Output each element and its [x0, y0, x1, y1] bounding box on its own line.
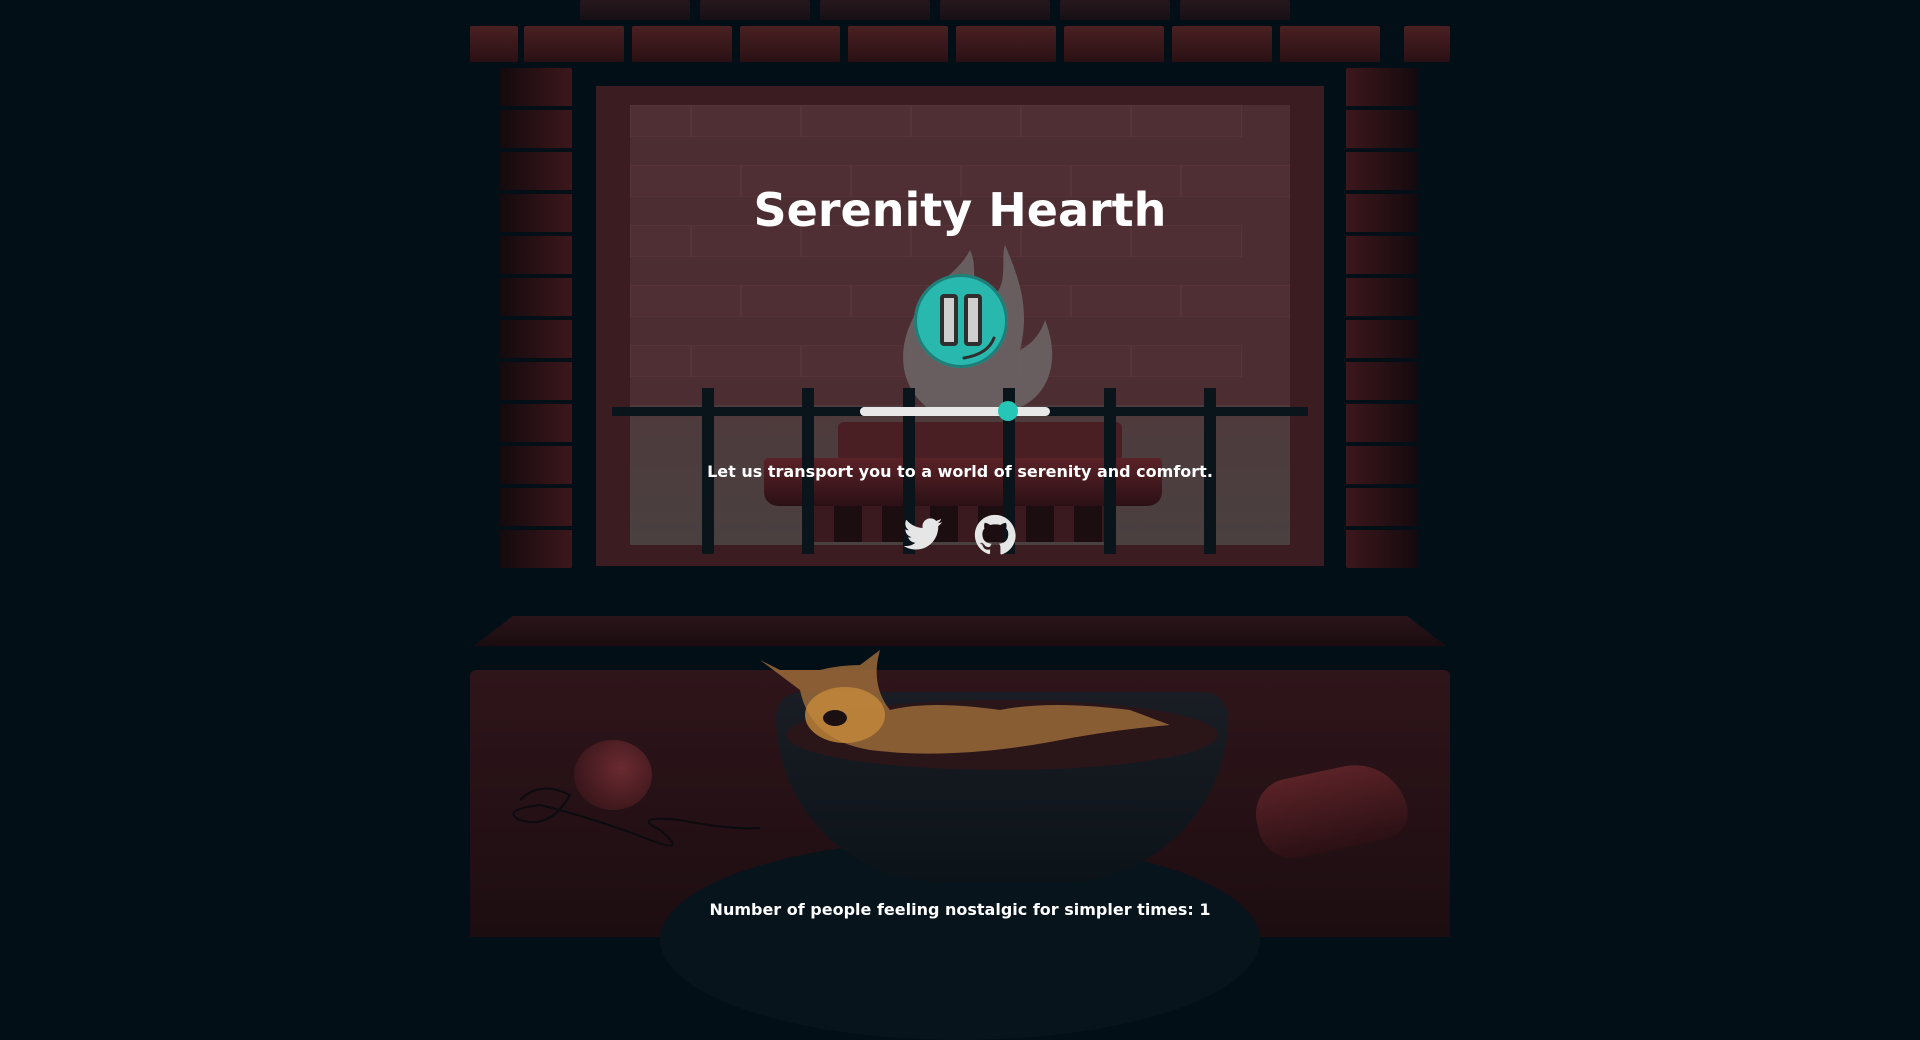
nostalgia-counter: Number of people feeling nostalgic for s…	[709, 900, 1211, 919]
volume-slider[interactable]	[860, 401, 1050, 421]
twitter-link[interactable]	[902, 514, 944, 556]
app-title: Serenity Hearth	[753, 183, 1167, 237]
github-icon	[974, 514, 1016, 555]
github-link[interactable]	[974, 514, 1016, 556]
pause-icon	[940, 294, 996, 360]
play-pause-button[interactable]	[914, 274, 1008, 368]
tagline: Let us transport you to a world of seren…	[707, 462, 1213, 481]
volume-slider-fill	[860, 407, 1009, 416]
twitter-icon	[903, 518, 943, 550]
